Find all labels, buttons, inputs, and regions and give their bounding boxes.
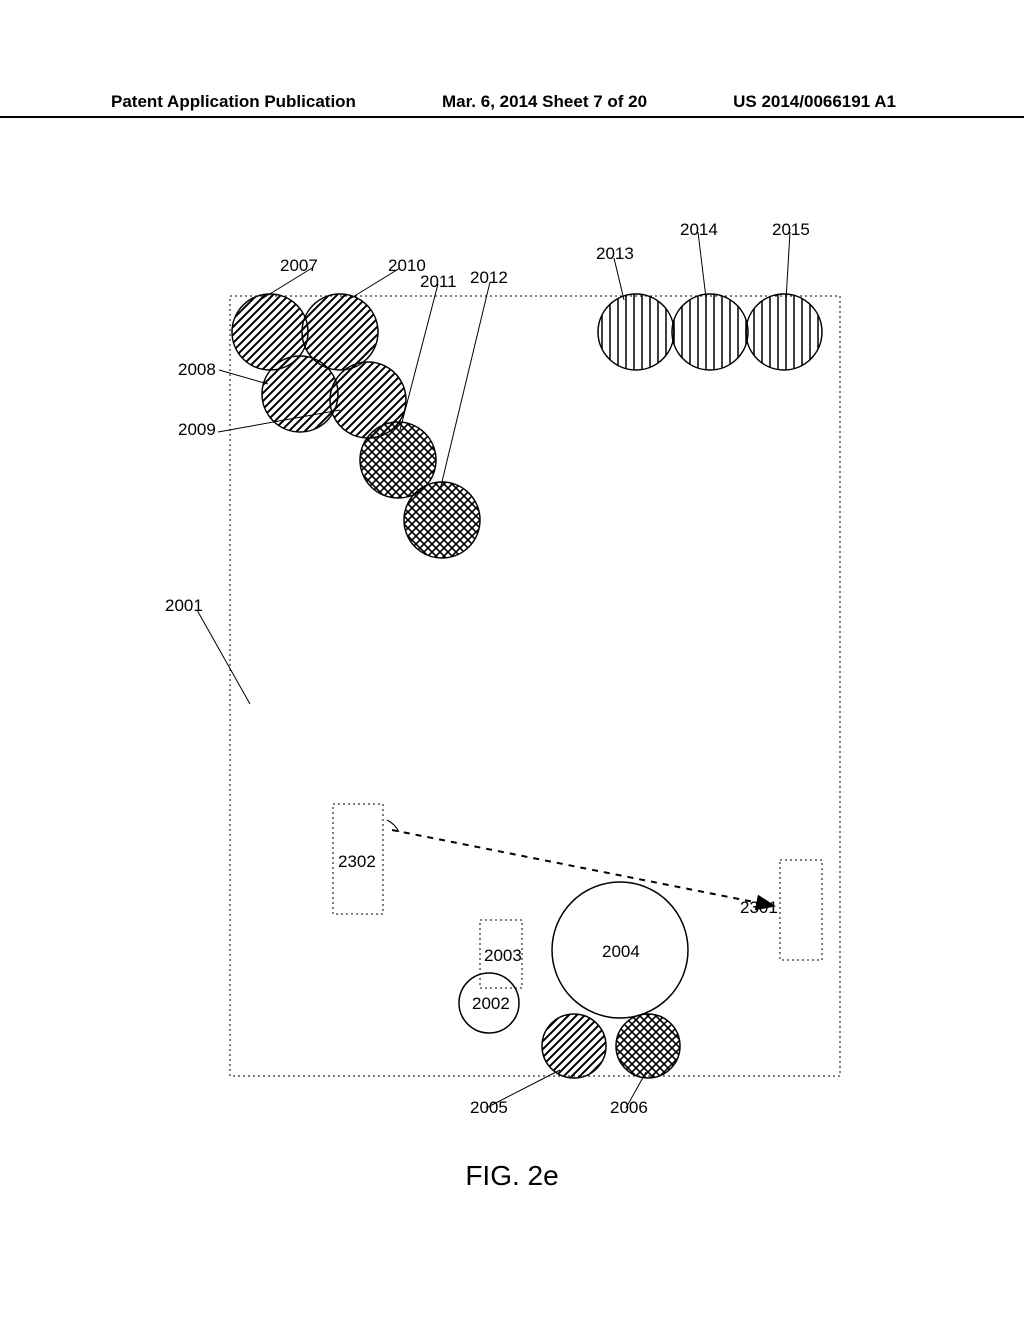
leader-2001 (197, 610, 250, 704)
leader-2008 (219, 370, 268, 384)
circle-2008 (262, 356, 338, 432)
leader-2011 (400, 284, 438, 430)
label-2007: 2007 (280, 256, 318, 276)
label-2006: 2006 (610, 1098, 648, 1118)
label-2009: 2009 (178, 420, 216, 440)
leader-2015 (786, 232, 790, 300)
circle-2006 (616, 1014, 680, 1078)
label-2011: 2011 (420, 272, 457, 292)
label-2001: 2001 (165, 596, 203, 616)
circle-2014 (672, 294, 748, 370)
label-2005: 2005 (470, 1098, 508, 1118)
label-2013: 2013 (596, 244, 634, 264)
label-2003: 2003 (484, 946, 522, 966)
label-2004: 2004 (602, 942, 640, 962)
page-root: Patent Application Publication Mar. 6, 2… (0, 0, 1024, 1320)
figure-canvas (0, 0, 1024, 1320)
arrow-2302-to-2301 (392, 830, 774, 906)
circle-2013 (598, 294, 674, 370)
label-2002: 2002 (472, 994, 510, 1014)
label-2302: 2302 (338, 852, 376, 872)
label-2008: 2008 (178, 360, 216, 380)
leader-2013 (614, 258, 624, 300)
box-2301 (780, 860, 822, 960)
circle-2005 (542, 1014, 606, 1078)
figure-caption: FIG. 2e (0, 1160, 1024, 1192)
label-2301: 2301 (740, 898, 778, 918)
label-2012: 2012 (470, 268, 508, 288)
leader-2014 (698, 232, 706, 298)
label-2014: 2014 (680, 220, 718, 240)
circle-2012 (404, 482, 480, 558)
label-2015: 2015 (772, 220, 810, 240)
leader-2012 (440, 282, 490, 490)
figure-svg (0, 0, 1024, 1320)
circle-2015 (746, 294, 822, 370)
